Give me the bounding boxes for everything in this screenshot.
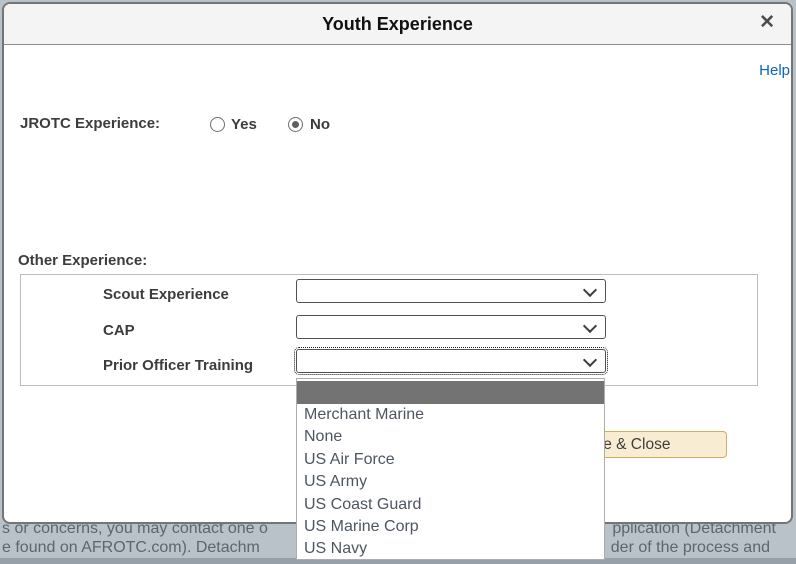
background-page-text: der of the process and bbox=[611, 539, 770, 557]
dialog-title: Youth Experience bbox=[4, 4, 791, 44]
dropdown-option[interactable]: US Coast Guard bbox=[297, 494, 604, 516]
dropdown-option[interactable]: None bbox=[297, 426, 604, 448]
jrotc-no-label[interactable]: No bbox=[310, 116, 330, 133]
scout-experience-label: Scout Experience bbox=[103, 286, 229, 303]
background-page-text: e found on AFROTC.com). Detachm bbox=[2, 539, 260, 557]
dropdown-option[interactable]: US Marine Corp bbox=[297, 516, 604, 538]
cap-select[interactable] bbox=[296, 315, 606, 339]
prior-officer-training-select[interactable] bbox=[296, 349, 606, 373]
dropdown-option[interactable]: US Navy bbox=[297, 538, 604, 560]
dropdown-option[interactable]: US Air Force bbox=[297, 449, 604, 471]
scout-experience-select[interactable] bbox=[296, 279, 606, 303]
chevron-down-icon bbox=[583, 353, 597, 367]
dropdown-option[interactable]: US Army bbox=[297, 471, 604, 493]
other-experience-label: Other Experience: bbox=[18, 252, 147, 269]
dialog-titlebar: Youth Experience ✕ bbox=[4, 4, 791, 45]
cap-label: CAP bbox=[103, 322, 135, 339]
jrotc-yes-label[interactable]: Yes bbox=[231, 116, 257, 133]
chevron-down-icon bbox=[583, 319, 597, 333]
dropdown-option[interactable]: Merchant Marine bbox=[297, 404, 604, 426]
chevron-down-icon bbox=[583, 283, 597, 297]
prior-officer-training-dropdown-list: Merchant Marine None US Air Force US Arm… bbox=[296, 378, 605, 560]
jrotc-no-radio[interactable] bbox=[288, 117, 303, 132]
help-link[interactable]: Help bbox=[759, 62, 790, 79]
jrotc-yes-radio[interactable] bbox=[210, 117, 225, 132]
jrotc-experience-label: JROTC Experience: bbox=[20, 115, 160, 132]
dropdown-option-blank[interactable] bbox=[297, 381, 604, 404]
prior-officer-training-label: Prior Officer Training bbox=[103, 357, 253, 374]
close-icon[interactable]: ✕ bbox=[759, 12, 775, 34]
